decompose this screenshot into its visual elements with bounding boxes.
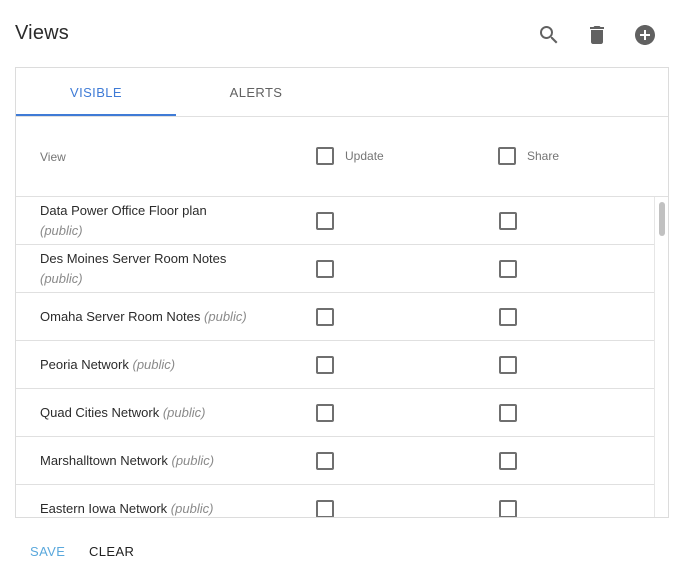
table-row: Omaha Server Room Notes (public) (16, 293, 654, 341)
table-row: Des Moines Server Room Notes (public) (16, 245, 654, 293)
row-update-checkbox[interactable] (316, 212, 334, 230)
column-view-label: View (40, 150, 66, 164)
row-share-checkbox[interactable] (499, 356, 517, 374)
views-panel: VISIBLE ALERTS View Update Share Data Po… (15, 67, 669, 518)
row-view-name: Eastern Iowa Network (public) (40, 501, 214, 516)
row-share-checkbox[interactable] (499, 500, 517, 517)
table-row: Eastern Iowa Network (public) (16, 485, 654, 517)
row-update-checkbox[interactable] (316, 500, 334, 517)
column-update-label: Update (345, 149, 384, 163)
save-button[interactable]: SAVE (30, 544, 65, 559)
row-view-name: Des Moines Server Room Notes (public) (40, 251, 227, 286)
scrollbar-thumb[interactable] (659, 202, 665, 236)
row-view-name: Marshalltown Network (public) (40, 453, 215, 468)
page-title: Views (15, 22, 69, 44)
row-update-checkbox[interactable] (316, 308, 334, 326)
column-header: View Update Share (16, 117, 668, 197)
row-view-name: Omaha Server Room Notes (public) (40, 309, 247, 324)
table-row: Peoria Network (public) (16, 341, 654, 389)
column-share-label: Share (527, 149, 560, 163)
row-share-checkbox[interactable] (499, 308, 517, 326)
row-view-name: Quad Cities Network (public) (40, 405, 206, 420)
tab-bar: VISIBLE ALERTS (16, 68, 668, 117)
table-row: Quad Cities Network (public) (16, 389, 654, 437)
row-update-checkbox[interactable] (316, 452, 334, 470)
row-share-checkbox[interactable] (499, 404, 517, 422)
row-share-checkbox[interactable] (499, 260, 517, 278)
row-share-checkbox[interactable] (499, 452, 517, 470)
row-view-name: Peoria Network (public) (40, 357, 176, 372)
delete-icon[interactable] (585, 23, 609, 47)
row-update-checkbox[interactable] (316, 260, 334, 278)
header: Views (0, 0, 681, 68)
row-view-name: Data Power Office Floor plan (public) (40, 203, 207, 238)
tab-visible[interactable]: VISIBLE (16, 68, 176, 116)
update-all-checkbox[interactable] (316, 147, 334, 165)
tab-alerts[interactable]: ALERTS (176, 68, 336, 116)
row-update-checkbox[interactable] (316, 404, 334, 422)
row-share-checkbox[interactable] (499, 212, 517, 230)
table-row: Data Power Office Floor plan (public) (16, 197, 654, 245)
table-row: Marshalltown Network (public) (16, 437, 654, 485)
row-update-checkbox[interactable] (316, 356, 334, 374)
share-all-checkbox[interactable] (498, 147, 516, 165)
views-list: Data Power Office Floor plan (public) De… (16, 197, 654, 517)
add-circle-icon[interactable] (633, 23, 657, 47)
clear-button[interactable]: CLEAR (89, 544, 134, 559)
list-scrollbar[interactable] (654, 197, 668, 517)
search-icon[interactable] (537, 23, 561, 47)
tab-indicator (16, 114, 176, 116)
